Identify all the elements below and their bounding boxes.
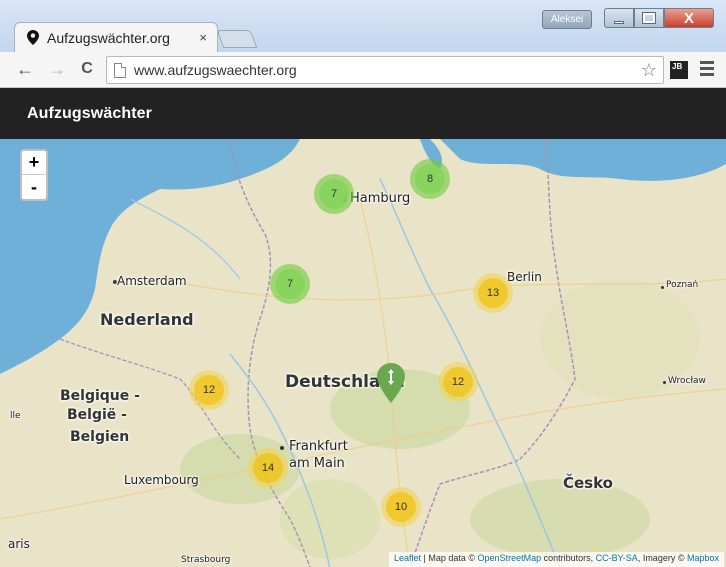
profile-button[interactable]: Aleksei	[542, 10, 592, 29]
tab-title: Aufzugswächter.org	[47, 29, 170, 46]
bookmark-star-icon[interactable]: ☆	[641, 60, 657, 81]
marker-cluster[interactable]: 7	[314, 174, 354, 214]
attribution-text: | Map data ©	[421, 553, 478, 563]
zoom-out-button[interactable]: -	[22, 175, 46, 199]
zoom-in-button[interactable]: +	[22, 151, 46, 175]
place-label-paris: aris	[8, 537, 30, 551]
marker-cluster[interactable]: 12	[189, 370, 229, 410]
cluster-count: 8	[415, 164, 445, 194]
reload-icon[interactable]: C	[76, 58, 98, 80]
place-label-hamburg: Hamburg	[350, 191, 411, 206]
marker-cluster[interactable]: 13	[473, 273, 513, 313]
place-label-cesko: Česko	[563, 474, 613, 492]
browser-toolbar: ← → C www.aufzugswaechter.org ☆ JB	[0, 52, 726, 88]
marker-cluster[interactable]: 8	[410, 159, 450, 199]
maximize-icon	[642, 12, 656, 24]
mapbox-link[interactable]: Mapbox	[687, 553, 719, 563]
attribution-text: , Imagery ©	[637, 553, 687, 563]
license-link[interactable]: CC-BY-SA	[596, 553, 638, 563]
place-label-luxembourg: Luxembourg	[124, 473, 199, 487]
place-label-wroclaw: Wrocław	[668, 376, 706, 386]
minimize-icon	[614, 20, 624, 24]
place-label-berlin: Berlin	[507, 270, 542, 284]
extension-icon[interactable]: JB	[670, 61, 688, 79]
elevator-marker-icon[interactable]	[377, 363, 405, 403]
app-title[interactable]: Aufzugswächter	[27, 105, 152, 123]
place-label-strasbourg: Strasbourg	[181, 555, 231, 565]
cluster-count: 13	[478, 278, 508, 308]
marker-cluster[interactable]: 10	[381, 487, 421, 527]
app-header: Aufzugswächter	[0, 88, 726, 139]
maximize-button[interactable]	[634, 8, 664, 28]
page-icon	[114, 62, 126, 78]
new-tab-button[interactable]	[216, 30, 258, 48]
cluster-count: 10	[386, 492, 416, 522]
place-label-belgique: Belgique -	[60, 388, 140, 404]
url-text[interactable]: www.aufzugswaechter.org	[134, 62, 641, 78]
cluster-count: 12	[443, 367, 473, 397]
place-label-lille: lle	[10, 411, 21, 421]
menu-icon[interactable]	[700, 61, 714, 77]
cluster-count: 14	[253, 453, 283, 483]
cluster-count: 7	[319, 179, 349, 209]
map-attribution: Leaflet | Map data © OpenStreetMap contr…	[389, 552, 724, 567]
close-window-button[interactable]: X	[664, 8, 714, 28]
osm-link[interactable]: OpenStreetMap	[478, 553, 542, 563]
forward-icon[interactable]: →	[46, 58, 68, 80]
browser-tab[interactable]: Aufzugswächter.org ×	[14, 22, 218, 52]
address-bar[interactable]: www.aufzugswaechter.org ☆	[106, 56, 664, 84]
minimize-button[interactable]	[604, 8, 634, 28]
marker-cluster[interactable]: 12	[438, 362, 478, 402]
place-label-belgie: België -	[67, 407, 127, 423]
place-label-am-main: am Main	[289, 456, 345, 471]
place-label-belgien: Belgien	[70, 429, 130, 445]
place-label-frankfurt: Frankfurt	[289, 439, 348, 454]
marker-cluster[interactable]: 7	[270, 264, 310, 304]
city-dot	[663, 381, 666, 384]
city-dot	[661, 286, 664, 289]
place-label-poznan: Poznań	[666, 280, 699, 290]
city-dot	[280, 446, 284, 450]
map-pin-icon	[27, 30, 41, 46]
cluster-count: 12	[194, 375, 224, 405]
cluster-count: 7	[275, 269, 305, 299]
back-icon[interactable]: ←	[14, 58, 36, 80]
attribution-text: contributors,	[541, 553, 596, 563]
tab-close-icon[interactable]: ×	[199, 31, 207, 44]
browser-titlebar: Aufzugswächter.org × Aleksei X	[0, 0, 726, 52]
marker-cluster[interactable]: 14	[248, 448, 288, 488]
zoom-control: + -	[20, 149, 48, 201]
place-label-amsterdam: Amsterdam	[117, 274, 187, 288]
place-label-nederland: Nederland	[100, 310, 194, 329]
leaflet-link[interactable]: Leaflet	[394, 553, 421, 563]
map[interactable]: + - Hamburg Amsterdam Nederland Berlin P…	[0, 139, 726, 567]
